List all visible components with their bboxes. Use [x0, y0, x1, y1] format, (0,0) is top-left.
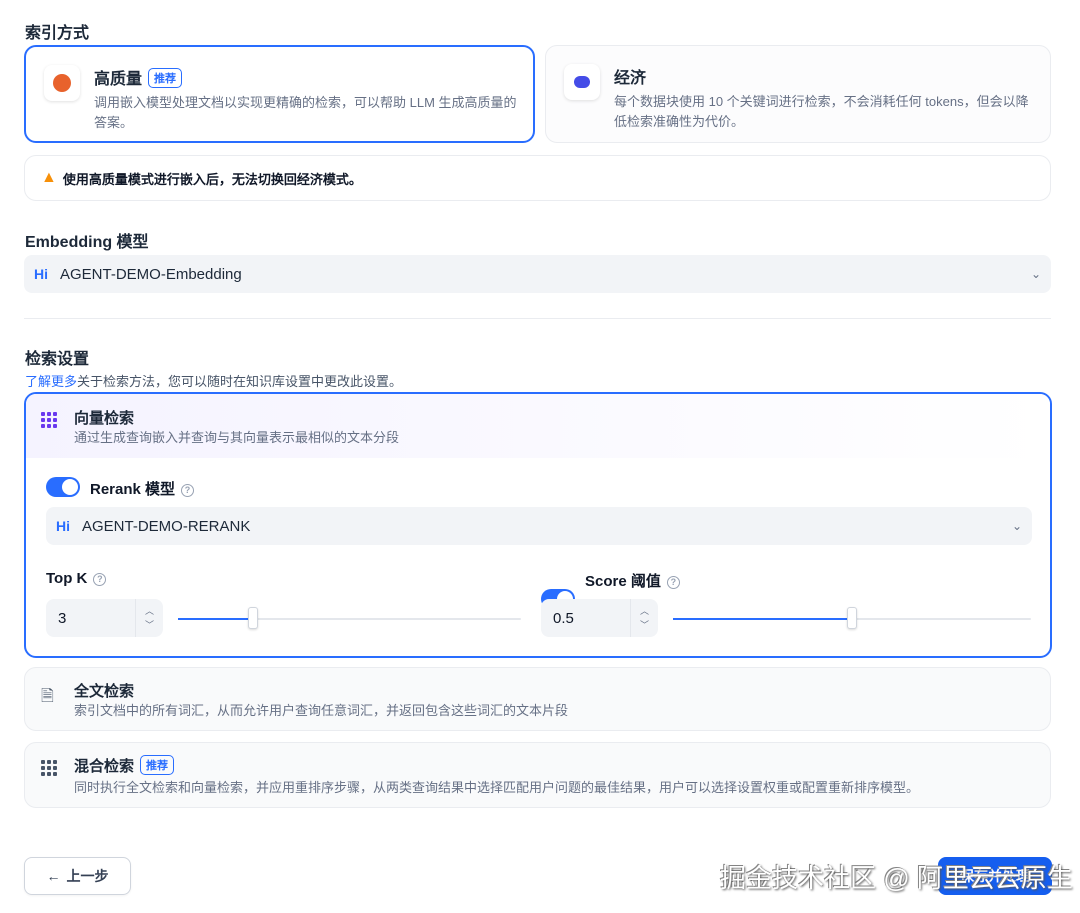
chevron-down-icon: ⌄ [1011, 519, 1022, 533]
score-value: 0.5 [553, 609, 574, 627]
vector-title: 向量检索 [74, 410, 135, 427]
document-search-icon: 🗎 [41, 688, 54, 705]
high-quality-desc: 调用嵌入模型处理文档以实现更精确的检索，可以帮助 LLM 生成高质量的答案。 [94, 95, 517, 130]
topk-stepper[interactable]: ︿ ﹀ [135, 599, 163, 637]
score-input[interactable]: 0.5 ︿ ﹀ [541, 599, 658, 637]
score-slider-thumb[interactable] [847, 607, 857, 629]
recommend-badge: 推荐 [140, 755, 175, 775]
fulltext-title: 全文检索 [74, 683, 135, 700]
prev-step-button[interactable]: ← 上一步 [24, 857, 131, 895]
high-quality-option[interactable]: 高质量 推荐 调用嵌入模型处理文档以实现更精确的检索，可以帮助 LLM 生成高质量… [24, 45, 535, 143]
hybrid-search-option[interactable]: 混合检索 推荐 同时执行全文检索和向量检索，并应用重排序步骤，从两类查询结果中选择… [24, 742, 1051, 808]
recommend-badge: 推荐 [148, 68, 183, 88]
arrow-left-icon: ← [46, 868, 61, 884]
warning-icon: ▲ [41, 169, 57, 186]
index-mode-label: 索引方式 [25, 25, 90, 42]
vector-search-icon [41, 412, 57, 428]
fulltext-search-option[interactable]: 🗎 全文检索 索引文档中的所有词汇，从而允许用户查询任意词汇，并返回包含这些词汇… [24, 667, 1051, 731]
embedding-label: Embedding 模型 [25, 234, 149, 251]
vector-desc: 通过生成查询嵌入并查询与其向量表示最相似的文本分段 [74, 430, 400, 445]
rerank-model-select[interactable]: Hi AGENT-DEMO-RERANK ⌄ [46, 507, 1032, 545]
model-logo-icon: Hi [34, 266, 48, 282]
retrieval-hint: 关于检索方法，您可以随时在知识库设置中更改此设置。 [77, 374, 403, 389]
vector-search-option[interactable]: 向量检索 通过生成查询嵌入并查询与其向量表示最相似的文本分段 Rerank 模型… [24, 392, 1052, 658]
score-label: Score 阈值 [585, 573, 661, 590]
topk-value: 3 [58, 609, 67, 627]
warning-banner: ▲ 使用高质量模式进行嵌入后，无法切换回经济模式。 [24, 155, 1051, 201]
warning-text: 使用高质量模式进行嵌入后，无法切换回经济模式。 [62, 171, 362, 187]
topk-label: Top K [46, 570, 88, 587]
retrieval-label: 检索设置 [25, 351, 90, 368]
topk-slider-thumb[interactable] [248, 607, 259, 629]
hybrid-title: 混合检索 [74, 758, 135, 775]
high-quality-icon [44, 65, 80, 101]
help-icon[interactable]: ? [93, 573, 107, 586]
economy-option[interactable]: 经济 每个数据块使用 10 个关键词进行检索，不会消耗任何 tokens，但会以… [545, 45, 1051, 143]
rerank-model-value: AGENT-DEMO-RERANK [82, 517, 251, 535]
help-icon[interactable]: ? [666, 576, 680, 589]
topk-input[interactable]: 3 ︿ ﹀ [46, 599, 163, 637]
score-stepper[interactable]: ︿ ﹀ [630, 599, 658, 637]
embedding-model-select[interactable]: Hi AGENT-DEMO-Embedding ⌄ [24, 255, 1051, 293]
model-logo-icon: Hi [56, 518, 70, 534]
high-quality-title: 高质量 [94, 71, 143, 88]
hybrid-desc: 同时执行全文检索和向量检索，并应用重排序步骤，从两类查询结果中选择匹配用户问题的… [74, 780, 920, 795]
help-icon[interactable]: ? [181, 484, 195, 497]
economy-title: 经济 [614, 70, 647, 87]
watermark: 掘金技术社区 @ 阿里云云原生 [720, 863, 1073, 893]
embedding-model-value: AGENT-DEMO-Embedding [60, 265, 242, 283]
prev-step-label: 上一步 [66, 868, 109, 884]
fulltext-desc: 索引文档中的所有词汇，从而允许用户查询任意词汇，并返回包含这些词汇的文本片段 [74, 703, 569, 718]
rerank-label: Rerank 模型 [90, 481, 176, 498]
topk-slider[interactable] [178, 618, 521, 620]
rerank-toggle[interactable] [46, 477, 80, 497]
learn-more-link[interactable]: 了解更多 [25, 374, 77, 389]
divider [24, 318, 1051, 319]
economy-desc: 每个数据块使用 10 个关键词进行检索，不会消耗任何 tokens，但会以降低检… [614, 94, 1029, 129]
chevron-down-icon: ⌄ [1030, 267, 1041, 281]
hybrid-search-icon [41, 760, 57, 776]
piggy-bank-icon [564, 64, 600, 100]
